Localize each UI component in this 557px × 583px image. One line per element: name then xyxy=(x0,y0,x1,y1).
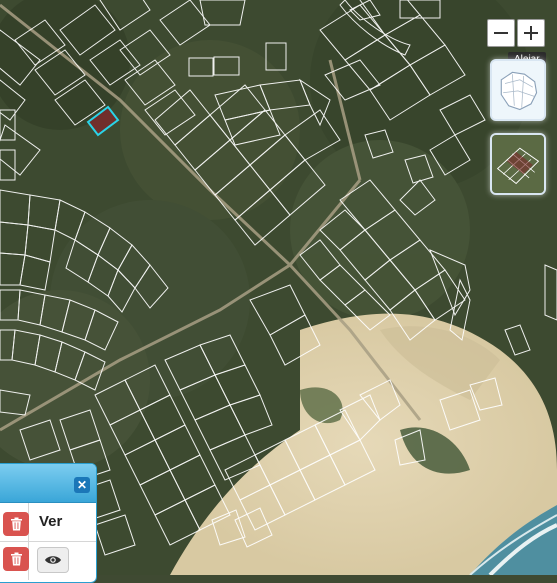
panel-header: ✕ xyxy=(0,464,96,503)
close-button[interactable]: ✕ xyxy=(74,477,90,493)
table-row xyxy=(0,542,96,580)
column-header-ver: Ver xyxy=(39,513,63,530)
close-icon: ✕ xyxy=(76,478,88,492)
delete-row-button[interactable] xyxy=(3,547,29,571)
panel-header-row: Ver xyxy=(0,503,96,542)
map-outline-icon xyxy=(492,61,544,119)
results-panel: ✕ Ver xyxy=(0,463,97,583)
trash-icon xyxy=(10,517,22,531)
trash-icon xyxy=(10,552,22,566)
zoom-in-button[interactable] xyxy=(517,19,545,47)
plus-icon xyxy=(524,26,538,40)
minus-icon xyxy=(494,32,508,34)
parcels-layer-button[interactable] xyxy=(490,133,546,195)
parcel-grid-icon xyxy=(492,135,544,193)
zoom-out-button[interactable] xyxy=(487,19,515,47)
view-row-button[interactable] xyxy=(37,547,69,573)
eye-icon xyxy=(45,556,61,564)
delete-all-button[interactable] xyxy=(3,512,29,536)
country-map-layer-button[interactable] xyxy=(490,59,546,121)
